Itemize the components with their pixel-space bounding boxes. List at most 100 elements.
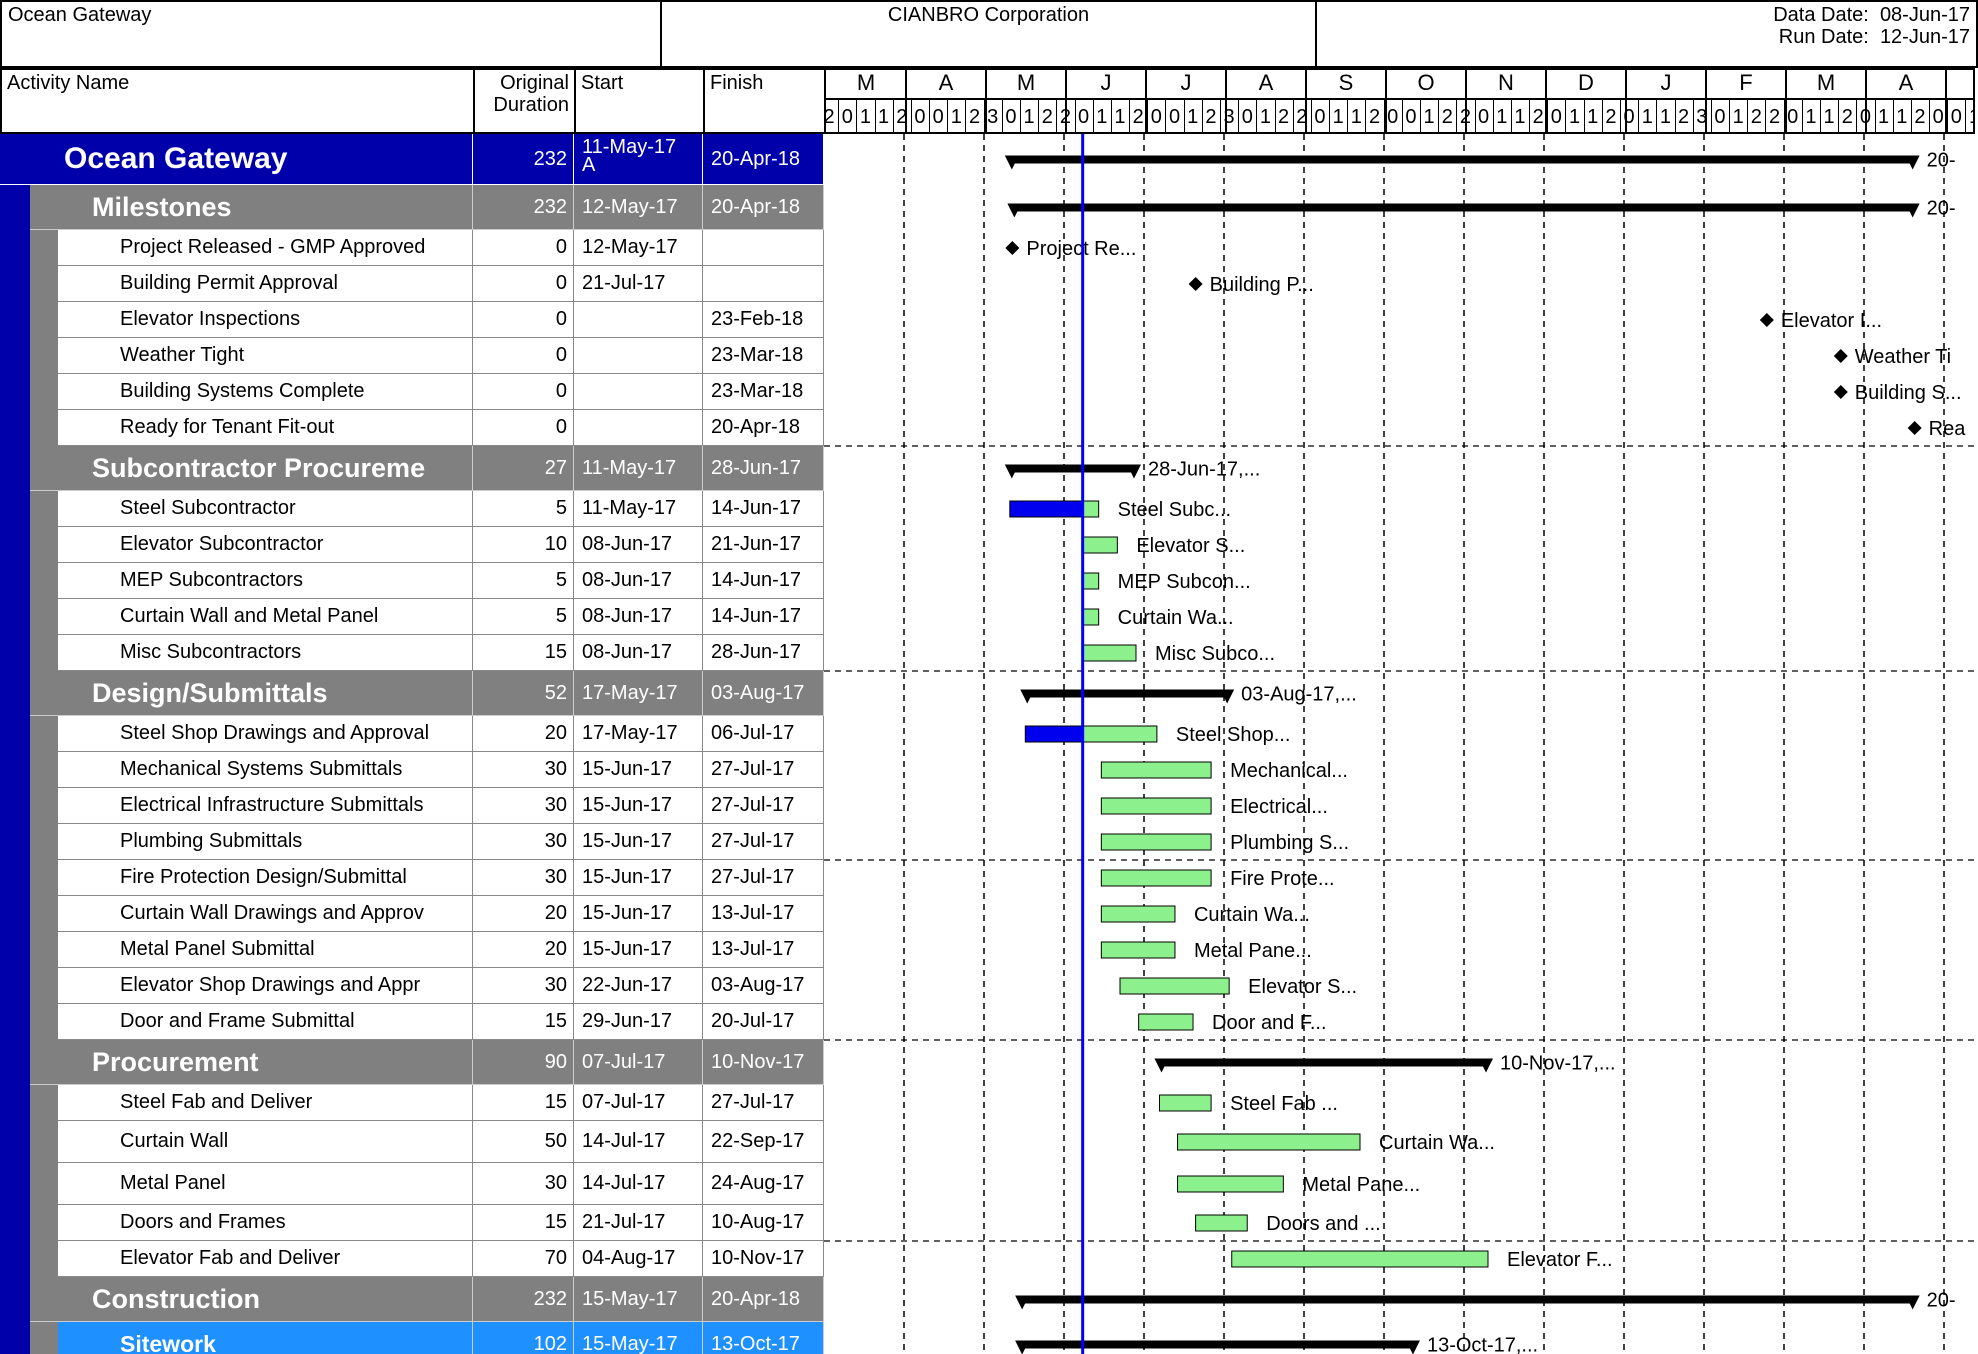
remaining-bar[interactable] xyxy=(1177,1175,1284,1193)
summary-bar[interactable] xyxy=(1009,155,1915,164)
activity-row[interactable]: Steel Fab and Deliver 15 07-Jul-17 27-Jul-1… xyxy=(0,1085,824,1121)
week-label: 2 xyxy=(968,106,981,128)
milestone-diamond[interactable] xyxy=(1759,313,1774,327)
remaining-bar[interactable] xyxy=(1100,761,1212,779)
remaining-bar[interactable] xyxy=(1100,797,1212,815)
activity-row[interactable]: Doors and Frames 15 21-Jul-17 10-Aug-17 xyxy=(0,1205,824,1241)
wbs-indent-band xyxy=(30,824,58,860)
wbs-indent-band xyxy=(0,824,30,860)
activity-row[interactable]: Mechanical Systems Submittals 30 15-Jun-17… xyxy=(0,752,824,788)
activity-row[interactable]: Curtain Wall and Metal Panel 5 08-Jun-17 14… xyxy=(0,599,824,635)
wbs-row[interactable]: Milestones 232 12-May-17 20-Apr-18 xyxy=(0,185,824,230)
activity-row[interactable]: Metal Panel 30 14-Jul-17 24-Aug-17 xyxy=(0,1163,824,1205)
wbs-row[interactable]: Sitework 102 15-May-17 13-Oct-17 xyxy=(0,1322,824,1354)
column-header-original-duration[interactable]: Original Duration xyxy=(473,68,576,134)
summary-bar[interactable] xyxy=(1025,689,1230,698)
start-date: 11-May-17 xyxy=(582,136,677,158)
column-header-activity-name[interactable]: Activity Name xyxy=(0,68,475,134)
milestone-diamond[interactable] xyxy=(1833,385,1848,399)
week-label: 2 xyxy=(1441,106,1453,128)
actual-bar[interactable] xyxy=(1024,725,1084,743)
remaining-bar[interactable] xyxy=(1158,1094,1212,1112)
activity-row[interactable]: Project Released - GMP Approved 0 12-May-1… xyxy=(0,230,824,266)
remaining-bar[interactable] xyxy=(1082,572,1100,590)
activity-row[interactable]: MEP Subcontractors 5 08-Jun-17 14-Jun-17 xyxy=(0,563,824,599)
activity-name: Metal Panel xyxy=(120,1172,226,1194)
summary-bar[interactable] xyxy=(1009,464,1136,473)
cell-name: Fire Protection Design/Submittal xyxy=(58,860,473,896)
actual-bar[interactable] xyxy=(1009,500,1084,518)
cell-start: 08-Jun-17 xyxy=(574,635,703,671)
week-label: 0 xyxy=(1005,106,1017,128)
activity-name: Elevator Fab and Deliver xyxy=(120,1247,341,1269)
activity-row[interactable]: Elevator Inspections 0 23-Feb-18 xyxy=(0,302,824,338)
remaining-bar[interactable] xyxy=(1100,869,1212,887)
remaining-bar[interactable] xyxy=(1177,1133,1361,1151)
activity-row[interactable]: Steel Subcontractor 5 11-May-17 14-Jun-17 xyxy=(0,491,824,527)
activity-row[interactable]: Door and Frame Submittal 15 29-Jun-17 20-Ju… xyxy=(0,1004,824,1040)
bar-label: Rea xyxy=(1929,418,1967,440)
summary-bar[interactable] xyxy=(1020,1295,1915,1304)
activity-row[interactable]: Building Permit Approval 0 21-Jul-17 xyxy=(0,266,824,302)
cell-finish: 03-Aug-17 xyxy=(703,968,824,1004)
original-duration: 15 xyxy=(544,1211,567,1233)
milestone-diamond[interactable] xyxy=(1188,277,1203,291)
activity-row[interactable]: Plumbing Submittals 30 15-Jun-17 27-Jul-17 xyxy=(0,824,824,860)
remaining-bar[interactable] xyxy=(1082,644,1137,662)
activity-row[interactable]: Curtain Wall 50 14-Jul-17 22-Sep-17 xyxy=(0,1121,824,1163)
wbs-row[interactable]: Procurement 90 07-Jul-17 10-Nov-17 xyxy=(0,1040,824,1085)
activity-row[interactable]: Elevator Shop Drawings and Appr 30 22-Jun-… xyxy=(0,968,824,1004)
milestone-diamond[interactable] xyxy=(1833,349,1848,363)
activity-row[interactable]: Fire Protection Design/Submittal 30 15-Jun… xyxy=(0,860,824,896)
project-row[interactable]: Ocean Gateway 232 11-May-17 A 20-Apr-18 xyxy=(0,134,824,185)
original-duration: 0 xyxy=(555,308,567,330)
remaining-bar[interactable] xyxy=(1195,1214,1248,1232)
column-header-finish[interactable]: Finish xyxy=(703,68,826,134)
wbs-indent-band xyxy=(30,716,58,752)
wbs-row[interactable]: Construction 232 15-May-17 20-Apr-18 xyxy=(0,1277,824,1322)
summary-bar[interactable] xyxy=(1012,203,1915,212)
wbs-row[interactable]: Subcontractor Procureme 27 11-May-17 28-Jun… xyxy=(0,446,824,491)
cell-name: Elevator Shop Drawings and Appr xyxy=(58,968,473,1004)
remaining-bar[interactable] xyxy=(1082,725,1158,743)
finish-date: 22-Sep-17 xyxy=(711,1130,805,1152)
milestone-diamond[interactable] xyxy=(1005,241,1020,255)
cell-duration: 5 xyxy=(473,491,574,527)
summary-bar[interactable] xyxy=(1159,1058,1488,1067)
activity-row[interactable]: Elevator Fab and Deliver 70 04-Aug-17 10-No… xyxy=(0,1241,824,1277)
activity-name: Construction xyxy=(92,1283,260,1314)
remaining-bar[interactable] xyxy=(1231,1250,1489,1268)
remaining-bar[interactable] xyxy=(1138,1013,1194,1031)
remaining-bar[interactable] xyxy=(1119,977,1230,995)
data-date-label: Data Date: xyxy=(1773,4,1869,26)
summary-bar[interactable] xyxy=(1020,1340,1415,1349)
activity-row[interactable]: Electrical Infrastructure Submittals 30 15… xyxy=(0,788,824,824)
activity-row[interactable]: Weather Tight 0 23-Mar-18 xyxy=(0,338,824,374)
activity-name: Misc Subcontractors xyxy=(120,641,302,663)
milestone-diamond[interactable] xyxy=(1907,421,1922,435)
column-header-start[interactable]: Start xyxy=(574,68,705,134)
original-duration: 50 xyxy=(544,1130,567,1152)
remaining-bar[interactable] xyxy=(1100,905,1176,923)
month-label: M xyxy=(1946,70,1973,96)
remaining-bar[interactable] xyxy=(1082,608,1100,626)
activity-row[interactable]: Misc Subcontractors 15 08-Jun-17 28-Jun-17 xyxy=(0,635,824,671)
cell-finish: 27-Jul-17 xyxy=(703,824,824,860)
wbs-row[interactable]: Design/Submittals 52 17-May-17 03-Aug-17 xyxy=(0,671,824,716)
cell-name: Curtain Wall xyxy=(58,1121,473,1163)
activity-row[interactable]: Ready for Tenant Fit-out 0 20-Apr-18 xyxy=(0,410,824,446)
activity-row[interactable]: Elevator Subcontractor 10 08-Jun-17 21-Jun-… xyxy=(0,527,824,563)
remaining-bar[interactable] xyxy=(1100,833,1212,851)
cell-duration: 15 xyxy=(473,1085,574,1121)
start-date: 17-May-17 xyxy=(582,681,678,704)
original-duration: 70 xyxy=(544,1247,567,1269)
activity-row[interactable]: Building Systems Complete 0 23-Mar-18 xyxy=(0,374,824,410)
activity-row[interactable]: Steel Shop Drawings and Approval 20 17-May… xyxy=(0,716,824,752)
remaining-bar[interactable] xyxy=(1082,536,1118,554)
remaining-bar[interactable] xyxy=(1082,500,1100,518)
activity-name: Subcontractor Procureme xyxy=(92,452,426,483)
activity-row[interactable]: Curtain Wall Drawings and Approv 20 15-Jun… xyxy=(0,896,824,932)
activity-row[interactable]: Metal Panel Submittal 20 15-Jun-17 13-Jul-1… xyxy=(0,932,824,968)
remaining-bar[interactable] xyxy=(1100,941,1176,959)
wbs-indent-band xyxy=(0,491,30,527)
